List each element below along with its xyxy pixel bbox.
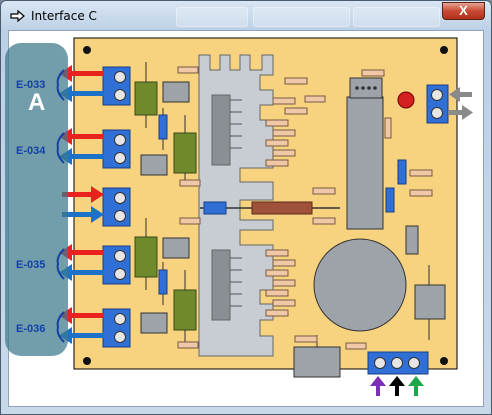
brace-icons bbox=[56, 69, 65, 343]
led-indicator bbox=[397, 91, 415, 109]
arrow-up-icons bbox=[370, 376, 424, 396]
crystal bbox=[349, 77, 383, 99]
power-resistor bbox=[251, 201, 313, 215]
electrolytic-capacitor bbox=[313, 238, 407, 332]
main-ic bbox=[346, 96, 384, 230]
capacitor bbox=[203, 201, 227, 215]
